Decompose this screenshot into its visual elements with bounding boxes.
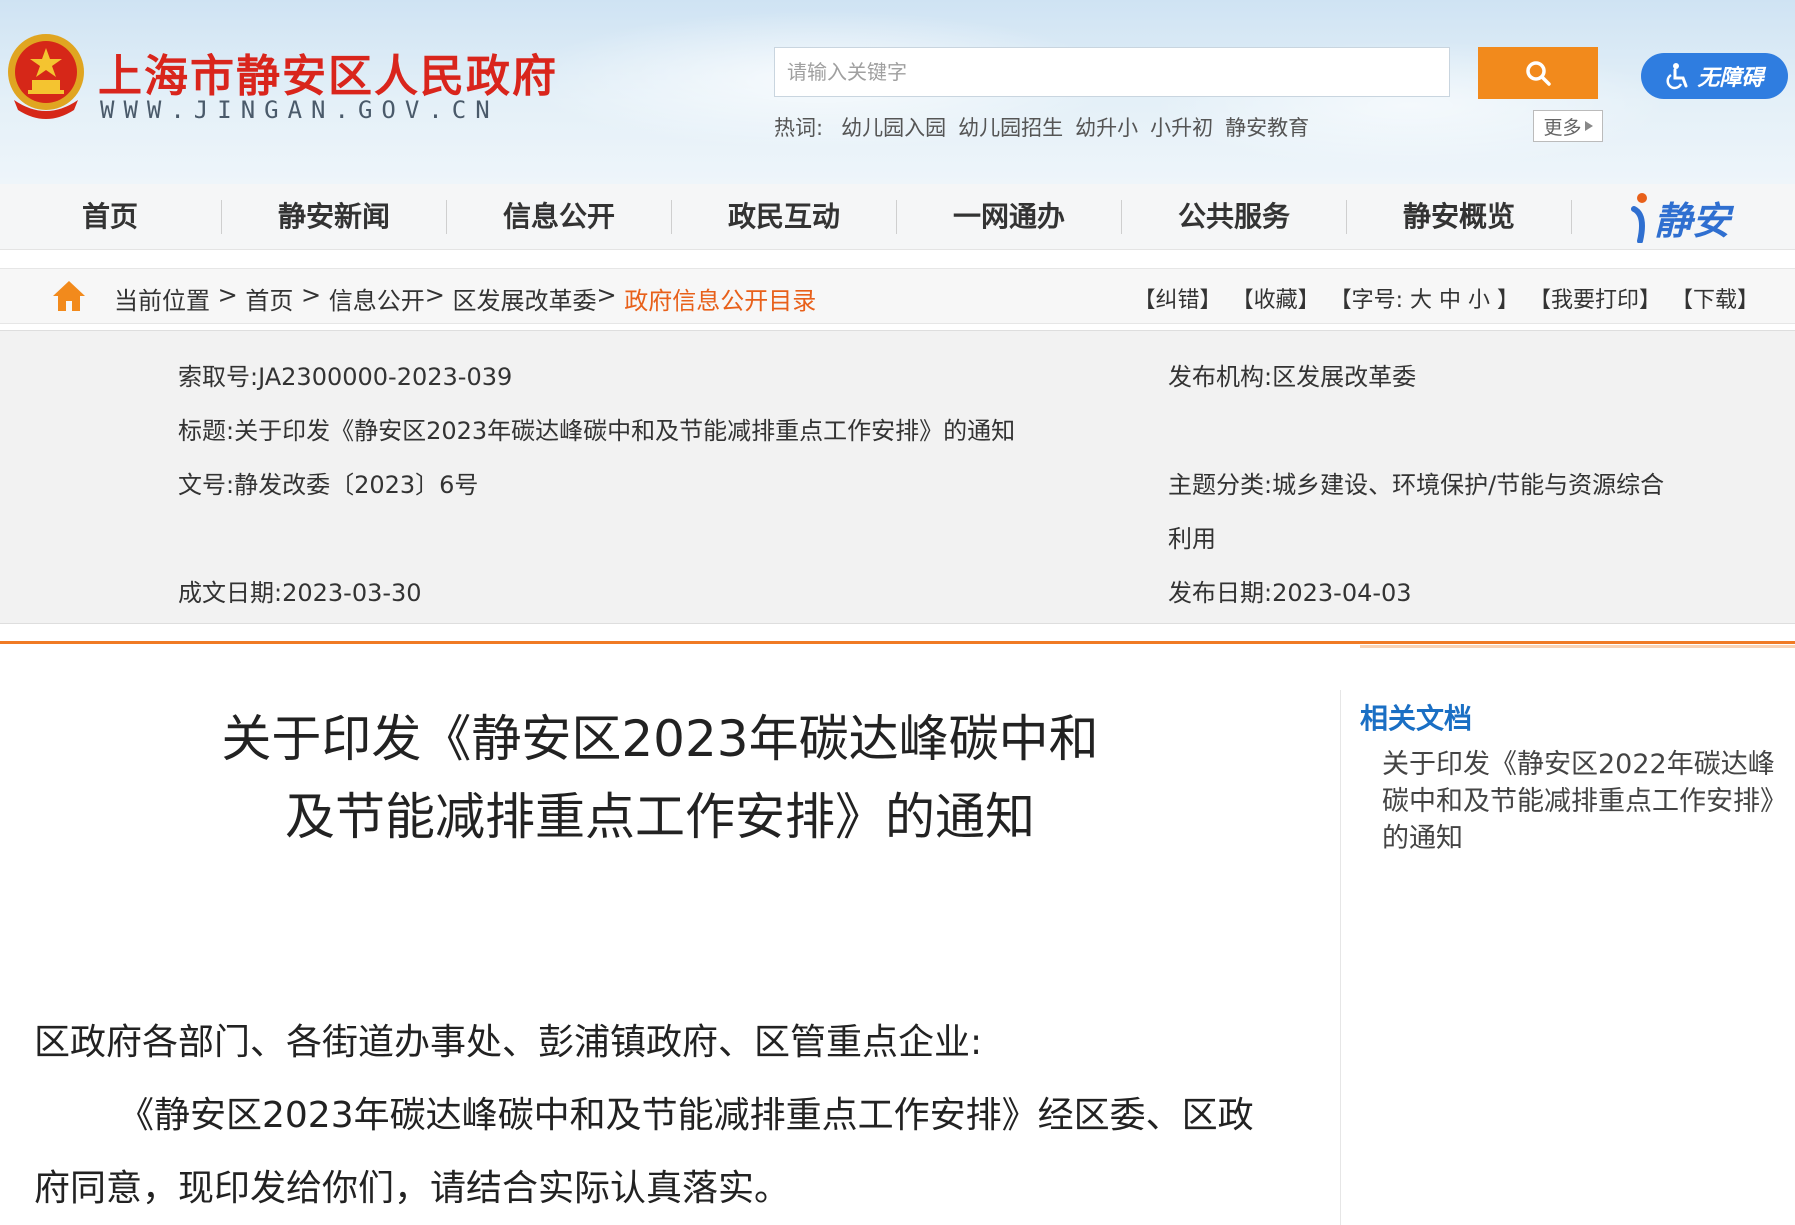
- nav-divider: [446, 200, 447, 234]
- accent-divider: [0, 641, 1795, 644]
- search-icon: [1526, 61, 1551, 86]
- search-input[interactable]: [774, 47, 1450, 97]
- search-button[interactable]: [1478, 47, 1598, 99]
- caret-right-icon: [1584, 121, 1593, 131]
- hot-word-link[interactable]: 幼升小: [1075, 112, 1138, 142]
- font-size-control[interactable]: 【字号: 大 中 小 】: [1330, 282, 1519, 314]
- breadcrumb-prefix: 当前位置: [114, 287, 210, 315]
- breadcrumb-bar: 当前位置 > 首页 > 信息公开 > 区发展改革委 > 政府信息公开目录 【纠错…: [0, 268, 1795, 324]
- nav-divider: [1121, 200, 1122, 234]
- nav-item-info-disclosure[interactable]: 信息公开: [474, 184, 644, 250]
- breadcrumb-sep: >: [424, 281, 453, 309]
- hot-word-link[interactable]: 小升初: [1150, 112, 1213, 142]
- breadcrumb-sep: >: [596, 281, 625, 309]
- favorite-link[interactable]: 【收藏】: [1232, 282, 1320, 314]
- hot-word-link[interactable]: 幼儿园招生: [958, 112, 1063, 142]
- jingan-logo-icon: [1631, 193, 1647, 243]
- breadcrumb-sep: >: [210, 281, 246, 309]
- meta-title: 标题:关于印发《静安区2023年碳达峰碳中和及节能减排重点工作安排》的通知: [178, 417, 1016, 445]
- accessibility-label: 无障碍: [1697, 65, 1764, 90]
- site-title: 上海市静安区人民政府: [98, 51, 558, 102]
- meta-publisher: 发布机构:区发展改革委: [1168, 363, 1417, 391]
- home-icon: [53, 281, 85, 311]
- nav-item-interaction[interactable]: 政民互动: [699, 184, 869, 250]
- more-label: 更多: [1543, 116, 1582, 139]
- breadcrumb-home[interactable]: 首页: [245, 281, 293, 316]
- nav-item-news[interactable]: 静安新闻: [249, 184, 419, 250]
- accent-divider-light: [1360, 645, 1795, 648]
- article-title-line: 及节能减排重点工作安排》的通知: [285, 788, 1035, 846]
- download-link[interactable]: 【下载】: [1671, 282, 1759, 314]
- article-title: 关于印发《静安区2023年碳达峰碳中和 及节能减排重点工作安排》的通知: [140, 700, 1180, 856]
- meta-category-cont: 利用: [1168, 525, 1216, 553]
- print-link[interactable]: 【我要打印】: [1529, 282, 1661, 314]
- nav-divider: [1346, 200, 1347, 234]
- site-header: 上海市静安区人民政府 WWW.JINGAN.GOV.CN 无障碍 热词: 幼儿园…: [0, 0, 1795, 184]
- breadcrumb-info-disclosure[interactable]: 信息公开: [329, 281, 425, 316]
- meta-written-date: 成文日期:2023-03-30: [178, 579, 422, 607]
- main-nav: 首页 静安新闻 信息公开 政民互动 一网通办 公共服务 静安概览 静安: [0, 184, 1795, 250]
- nav-divider: [221, 200, 222, 234]
- more-button[interactable]: 更多: [1533, 110, 1603, 142]
- nav-item-public-service[interactable]: 公共服务: [1149, 184, 1319, 250]
- breadcrumb-department[interactable]: 区发展改革委: [453, 281, 597, 316]
- column-divider: [1340, 690, 1341, 1225]
- jingan-logo-text: 静安: [1654, 198, 1731, 243]
- hot-words-label: 热词:: [774, 116, 824, 140]
- wheelchair-icon: [1666, 63, 1688, 90]
- nav-item-overview[interactable]: 静安概览: [1374, 184, 1544, 250]
- site-url: WWW.JINGAN.GOV.CN: [100, 96, 499, 124]
- nav-item-home[interactable]: 首页: [40, 184, 180, 250]
- nav-divider: [896, 200, 897, 234]
- meta-doc-no: 文号:静发改委〔2023〕6号: [178, 471, 479, 499]
- article-recipients: 区政府各部门、各街道办事处、彭浦镇政府、区管重点企业:: [34, 1022, 983, 1063]
- meta-category: 主题分类:城乡建设、环境保护/节能与资源综合: [1168, 471, 1665, 499]
- nav-item-online-service[interactable]: 一网通办: [924, 184, 1094, 250]
- meta-index-no: 索取号:JA2300000-2023-039: [178, 363, 513, 391]
- hot-word-link[interactable]: 静安教育: [1225, 112, 1309, 142]
- related-docs-heading: 相关文档: [1360, 702, 1473, 735]
- national-emblem-icon: [8, 34, 84, 119]
- breadcrumb-sep: >: [293, 281, 329, 309]
- article-title-line: 关于印发《静安区2023年碳达峰碳中和: [221, 710, 1099, 768]
- jingan-logo[interactable]: 静安: [1628, 188, 1730, 246]
- breadcrumb-current[interactable]: 政府信息公开目录: [624, 281, 816, 316]
- related-doc-link[interactable]: 关于印发《静安区2022年碳达峰碳中和及节能减排重点工作安排》的通知: [1382, 746, 1792, 857]
- article-body-line: 府同意，现印发给你们，请结合实际认真落实。: [34, 1168, 791, 1209]
- document-meta: 索取号:JA2300000-2023-039 发布机构:区发展改革委 标题:关于…: [0, 330, 1795, 624]
- page-tools: 【纠错】 【收藏】 【字号: 大 中 小 】 【我要打印】 【下载】: [1134, 282, 1759, 314]
- breadcrumb: 当前位置 > 首页 > 信息公开 > 区发展改革委 > 政府信息公开目录: [114, 281, 816, 316]
- article-body-line: 《静安区2023年碳达峰碳中和及节能减排重点工作安排》经区委、区政: [118, 1095, 1254, 1136]
- hot-word-link[interactable]: 幼儿园入园: [841, 112, 946, 142]
- nav-divider: [1571, 200, 1572, 234]
- nav-divider: [671, 200, 672, 234]
- correction-link[interactable]: 【纠错】: [1134, 282, 1222, 314]
- hot-words: 热词: 幼儿园入园 幼儿园招生 幼升小 小升初 静安教育: [774, 112, 1309, 142]
- meta-publish-date: 发布日期:2023-04-03: [1168, 579, 1412, 607]
- accessibility-button[interactable]: 无障碍: [1641, 53, 1788, 99]
